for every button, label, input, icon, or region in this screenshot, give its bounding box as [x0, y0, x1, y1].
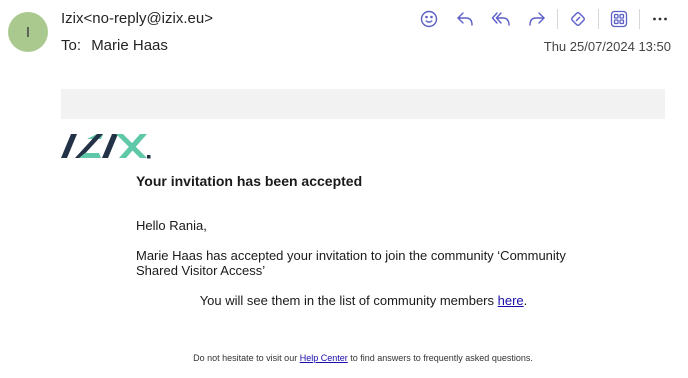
smiley-icon[interactable]	[411, 8, 447, 30]
received-date: Thu 25/07/2024 13:50	[543, 39, 671, 54]
izix-logo	[61, 132, 153, 160]
reply-all-icon[interactable]	[483, 8, 519, 30]
email-body: Your invitation has been accepted Hello …	[136, 173, 591, 308]
recipient-name[interactable]: Marie Haas	[91, 37, 168, 54]
email-banner	[61, 89, 665, 119]
reply-icon[interactable]	[447, 8, 483, 30]
message-actions-toolbar	[411, 8, 678, 30]
toolbar-divider	[639, 9, 640, 29]
email-greeting: Hello Rania,	[136, 218, 207, 233]
members-line: You will see them in the list of communi…	[136, 293, 591, 308]
email-message: Marie Haas has accepted your invitation …	[136, 248, 566, 278]
members-here-link[interactable]: here	[498, 293, 524, 308]
members-text: You will see them in the list of communi…	[199, 293, 498, 308]
email-footer: Do not hesitate to visit our Help Center…	[61, 353, 665, 363]
avatar-initial: I	[25, 23, 31, 41]
email-header: I Izix<no-reply@izix.eu> To: Marie Haas …	[0, 0, 688, 70]
apps-addin-icon[interactable]	[560, 8, 596, 30]
more-icon[interactable]	[642, 8, 678, 30]
footer-suffix: to find answers to frequently asked ques…	[347, 353, 533, 363]
sender-address[interactable]: Izix<no-reply@izix.eu>	[61, 10, 213, 27]
toolbar-divider	[598, 9, 599, 29]
footer-text: Do not hesitate to visit our	[193, 353, 300, 363]
help-center-link[interactable]: Help Center	[300, 353, 348, 363]
members-suffix: .	[523, 293, 528, 308]
sender-avatar[interactable]: I	[8, 12, 48, 52]
recipient-line: To: Marie Haas	[61, 37, 168, 54]
email-heading: Your invitation has been accepted	[136, 173, 363, 189]
to-label: To:	[61, 37, 82, 54]
toolbar-divider	[557, 9, 558, 29]
forward-icon[interactable]	[519, 8, 555, 30]
grid-addin-icon[interactable]	[601, 8, 637, 30]
